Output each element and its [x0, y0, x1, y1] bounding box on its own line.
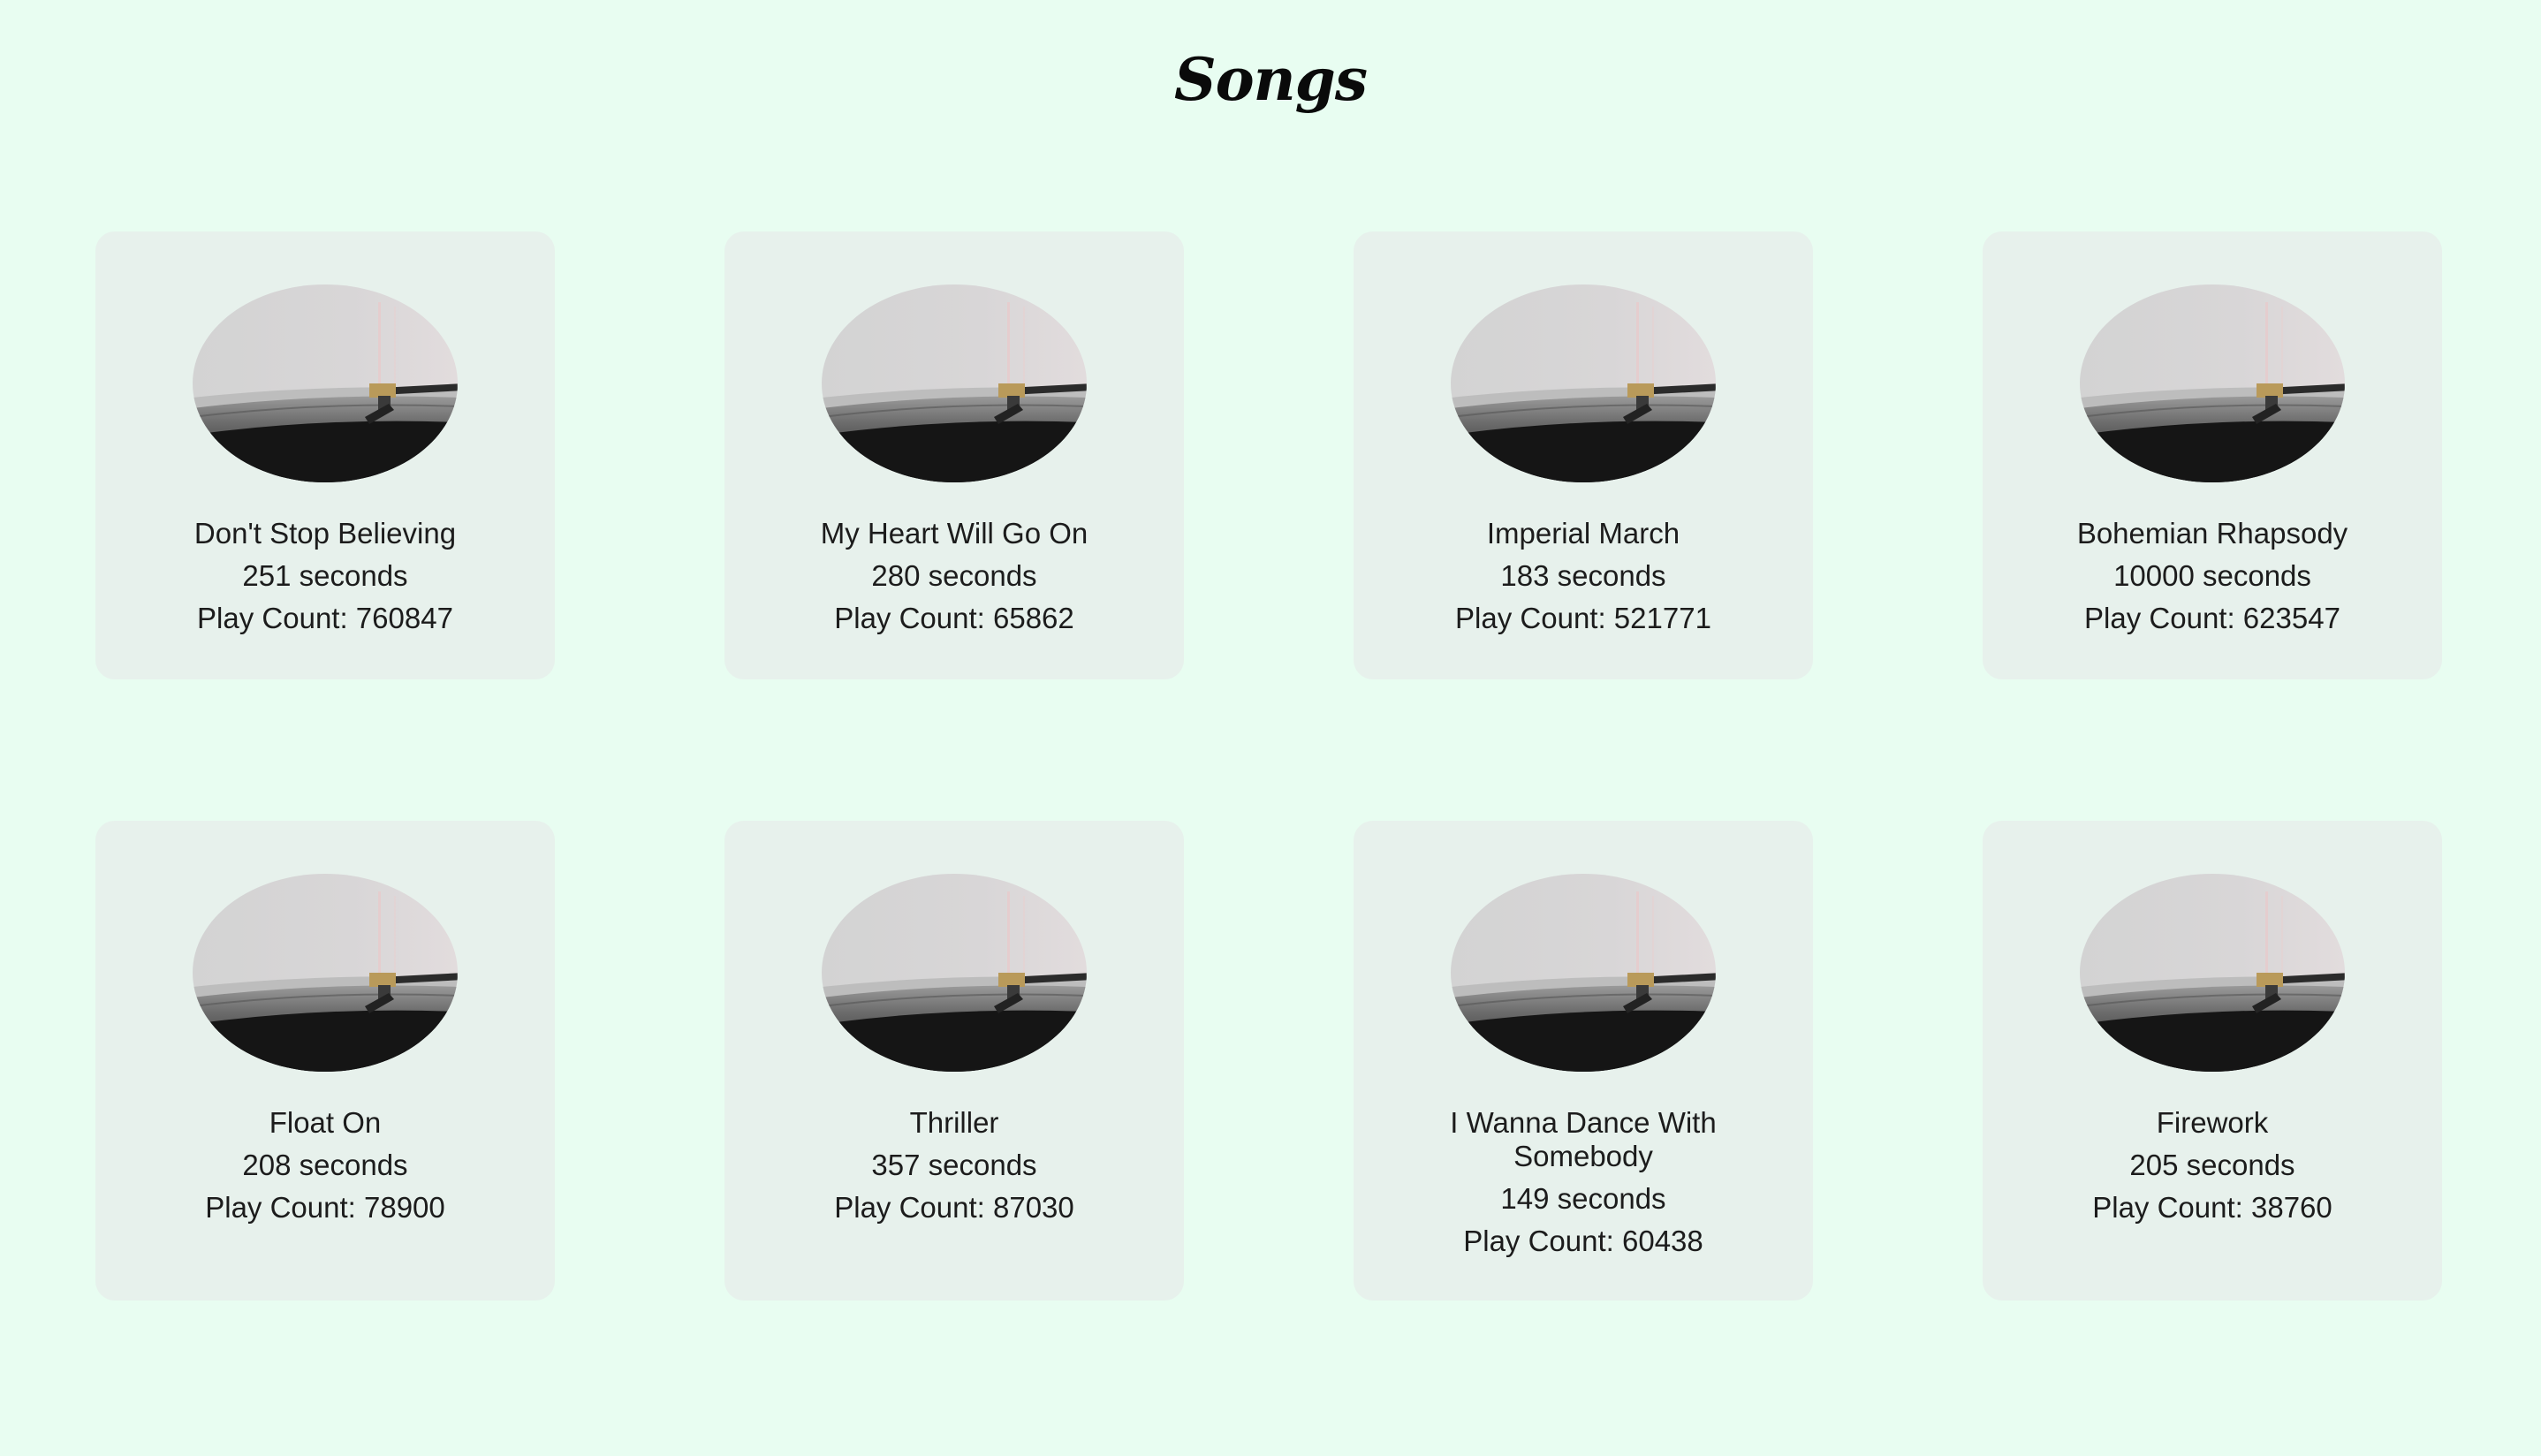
song-title: Thriller	[909, 1106, 999, 1139]
song-play-count: Play Count: 623547	[2084, 602, 2340, 634]
song-card[interactable]: Float On 208 seconds Play Count: 78900	[95, 821, 555, 1301]
song-duration: 10000 seconds	[2113, 559, 2311, 592]
song-info: I Wanna Dance With Somebody 149 seconds …	[1354, 1102, 1813, 1263]
song-info: Thriller 357 seconds Play Count: 87030	[724, 1102, 1184, 1229]
song-info: Bohemian Rhapsody 10000 seconds Play Cou…	[1983, 512, 2442, 640]
album-art-image	[193, 284, 458, 482]
song-title: Bohemian Rhapsody	[2076, 517, 2348, 550]
song-duration: 357 seconds	[871, 1149, 1037, 1181]
turntable-icon	[1451, 284, 1716, 482]
song-play-count: Play Count: 65862	[834, 602, 1074, 634]
song-duration: 280 seconds	[871, 559, 1037, 592]
song-play-count: Play Count: 521771	[1455, 602, 1711, 634]
song-duration: 149 seconds	[1500, 1182, 1666, 1215]
album-art-image	[822, 284, 1087, 482]
album-art-image	[2080, 874, 2345, 1072]
song-duration: 205 seconds	[2129, 1149, 2295, 1181]
song-title: I Wanna Dance With Somebody	[1450, 1106, 1717, 1172]
album-art-image	[1451, 284, 1716, 482]
song-info: Float On 208 seconds Play Count: 78900	[95, 1102, 555, 1229]
turntable-icon	[822, 284, 1087, 482]
song-title: Don't Stop Believing	[193, 517, 457, 550]
album-art-image	[1451, 874, 1716, 1072]
song-card[interactable]: Don't Stop Believing 251 seconds Play Co…	[95, 231, 555, 679]
turntable-icon	[193, 284, 458, 482]
album-art-image	[822, 874, 1087, 1072]
song-title: Firework	[2156, 1106, 2269, 1139]
turntable-icon	[822, 874, 1087, 1072]
page-title: Songs	[1174, 45, 1368, 114]
song-play-count: Play Count: 87030	[834, 1191, 1074, 1224]
song-card[interactable]: I Wanna Dance With Somebody 149 seconds …	[1354, 821, 1813, 1301]
song-play-count: Play Count: 760847	[197, 602, 453, 634]
turntable-icon	[2080, 874, 2345, 1072]
turntable-icon	[193, 874, 458, 1072]
song-info: My Heart Will Go On 280 seconds Play Cou…	[724, 512, 1184, 640]
song-info: Don't Stop Believing 251 seconds Play Co…	[95, 512, 555, 640]
album-art-image	[193, 874, 458, 1072]
song-card[interactable]: Thriller 357 seconds Play Count: 87030	[724, 821, 1184, 1301]
song-title: My Heart Will Go On	[820, 517, 1088, 550]
song-play-count: Play Count: 78900	[205, 1191, 445, 1224]
album-art-image	[2080, 284, 2345, 482]
song-title: Imperial March	[1486, 517, 1680, 550]
song-duration: 208 seconds	[242, 1149, 408, 1181]
song-play-count: Play Count: 60438	[1463, 1225, 1703, 1257]
song-title: Float On	[269, 1106, 382, 1139]
song-card[interactable]: Firework 205 seconds Play Count: 38760	[1983, 821, 2442, 1301]
song-play-count: Play Count: 38760	[2092, 1191, 2332, 1224]
song-duration: 183 seconds	[1500, 559, 1666, 592]
song-duration: 251 seconds	[242, 559, 408, 592]
songs-page: Songs Don't Stop Believing 251 seconds P…	[0, 0, 2541, 1456]
song-card[interactable]: Imperial March 183 seconds Play Count: 5…	[1354, 231, 1813, 679]
turntable-icon	[2080, 284, 2345, 482]
song-card[interactable]: My Heart Will Go On 280 seconds Play Cou…	[724, 231, 1184, 679]
song-card[interactable]: Bohemian Rhapsody 10000 seconds Play Cou…	[1983, 231, 2442, 679]
song-info: Firework 205 seconds Play Count: 38760	[1983, 1102, 2442, 1229]
song-info: Imperial March 183 seconds Play Count: 5…	[1354, 512, 1813, 640]
turntable-icon	[1451, 874, 1716, 1072]
